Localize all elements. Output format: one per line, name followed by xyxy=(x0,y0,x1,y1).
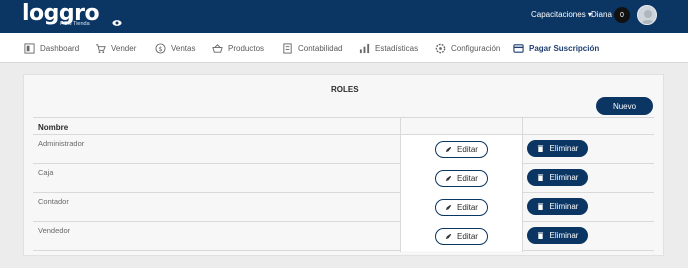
delete-button[interactable]: Eliminar xyxy=(527,169,588,186)
nav-configuracion[interactable]: Configuración xyxy=(435,33,500,63)
edit-cell: Editar xyxy=(400,193,522,222)
role-name: Contador xyxy=(38,197,69,206)
edit-button[interactable]: Editar xyxy=(435,141,488,158)
nav-contabilidad[interactable]: Contabilidad xyxy=(282,33,342,63)
capacitaciones-menu[interactable]: Capacitaciones ▾ xyxy=(531,10,592,19)
edit-button[interactable]: Editar xyxy=(435,228,488,245)
role-name: Caja xyxy=(38,168,54,177)
eye-icon[interactable] xyxy=(112,19,122,27)
trash-icon xyxy=(537,232,543,239)
nav-vender[interactable]: Vender xyxy=(95,33,136,63)
avatar[interactable] xyxy=(637,5,657,25)
table-row: Contador Editar Eliminar xyxy=(33,193,654,222)
edit-cell: Editar xyxy=(400,222,522,251)
top-bar: loggro POS Tienda Capacitaciones ▾ Diana… xyxy=(0,0,688,33)
notification-badge[interactable]: 0 xyxy=(614,7,630,23)
trash-icon xyxy=(537,145,543,152)
nav-pagar-suscripcion[interactable]: Pagar Suscripción xyxy=(513,33,599,63)
trash-icon xyxy=(537,203,543,210)
svg-text:$: $ xyxy=(158,44,162,52)
pencil-icon xyxy=(445,175,452,182)
settings-icon xyxy=(435,43,446,53)
dashboard-icon xyxy=(24,42,35,54)
ledger-icon xyxy=(283,42,292,54)
user-name[interactable]: Diana xyxy=(591,10,612,19)
credit-card-icon xyxy=(513,43,524,53)
role-name: Administrador xyxy=(38,139,85,148)
nav-ventas[interactable]: $ Ventas xyxy=(155,33,195,63)
pencil-icon xyxy=(445,233,452,240)
nav-dashboard[interactable]: Dashboard xyxy=(24,33,79,63)
nav-productos[interactable]: Productos xyxy=(212,33,264,63)
delete-button[interactable]: Eliminar xyxy=(527,198,588,215)
edit-cell: Editar xyxy=(400,135,522,164)
column-divider xyxy=(522,117,523,252)
table-row: Caja Editar Eliminar xyxy=(33,164,654,193)
delete-button[interactable]: Eliminar xyxy=(527,227,588,244)
table-row: Administrador Editar Eliminar xyxy=(33,135,654,164)
page-title: ROLES xyxy=(331,85,359,94)
edit-cell: Editar xyxy=(400,164,522,193)
cart-icon xyxy=(95,43,106,53)
main-nav: Dashboard Vender $ Ventas Productos Cont… xyxy=(0,33,688,63)
edit-button[interactable]: Editar xyxy=(435,170,488,187)
column-divider xyxy=(400,117,401,252)
delete-button[interactable]: Eliminar xyxy=(527,140,588,157)
table-row: Vendedor Editar Eliminar xyxy=(33,222,654,251)
role-name: Vendedor xyxy=(38,226,71,235)
logo-subtitle: POS Tienda xyxy=(60,21,90,27)
table-header: Nombre xyxy=(33,117,654,135)
basket-icon xyxy=(212,43,223,53)
column-header-nombre: Nombre xyxy=(38,123,69,132)
edit-button[interactable]: Editar xyxy=(435,199,488,216)
nav-estadisticas[interactable]: Estadísticas xyxy=(359,33,418,63)
bar-chart-icon xyxy=(359,43,370,53)
trash-icon xyxy=(537,174,543,181)
dollar-icon: $ xyxy=(155,42,166,54)
pencil-icon xyxy=(445,204,452,211)
roles-table: Nombre Administrador Editar Eliminar Caj… xyxy=(33,117,654,252)
new-role-button[interactable]: Nuevo xyxy=(596,97,653,115)
pencil-icon xyxy=(445,146,452,153)
